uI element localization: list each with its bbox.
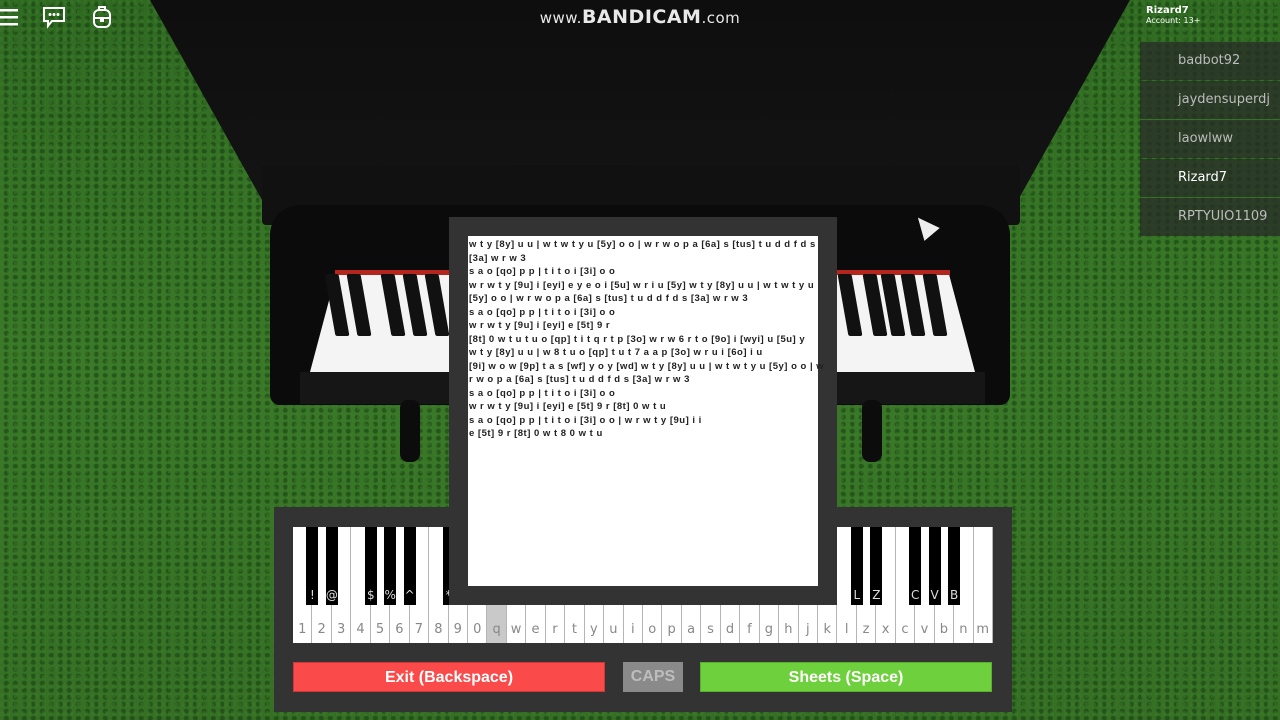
key-label: f: [747, 622, 752, 637]
key-label: x: [881, 622, 890, 637]
key-label: v: [920, 622, 929, 637]
watermark-brand: BANDICAM: [581, 6, 702, 28]
piano-leg-left: [400, 400, 420, 462]
player-list: badbot92 jaydensuperdj laowlww Rizard7 R…: [1140, 42, 1280, 237]
sheet-line: w r w t y [9u] i [eyi] e y e o i [5u] w …: [469, 279, 815, 291]
key-label: g: [764, 622, 773, 637]
player-entry[interactable]: RPTYUIO1109: [1140, 198, 1280, 236]
black-key[interactable]: @: [325, 527, 338, 605]
key-label: Z: [872, 588, 881, 602]
player-name: Rizard7: [1178, 170, 1228, 185]
key-label: %: [384, 588, 396, 602]
sheet-line: s a o [qo] p p | t i t o i [3i] o o: [469, 387, 616, 399]
sheet-line: [5y] o o | w r w o p a [6a] s [tus] t u …: [469, 293, 749, 304]
player-name: laowlww: [1178, 131, 1234, 146]
key-label: p: [667, 622, 676, 637]
bandicam-watermark: www.BANDICAM.com: [0, 0, 1280, 34]
key-label: 2: [317, 622, 326, 637]
key-label: $: [366, 588, 375, 602]
black-key[interactable]: C: [909, 527, 922, 605]
black-key[interactable]: ^: [403, 527, 416, 605]
key-label: j: [805, 622, 810, 637]
account-info: Rizard7 Account: 13+: [1146, 5, 1200, 25]
black-key[interactable]: %: [384, 527, 397, 605]
key-label: 5: [375, 622, 385, 637]
key-label: r: [552, 622, 558, 637]
key-label: B: [949, 588, 959, 602]
sheet-line: s a o [qo] p p | t i t o i [3i] o o: [469, 266, 616, 277]
key-label: e: [531, 622, 540, 637]
key-label: t: [571, 622, 577, 637]
key-label: d: [725, 622, 735, 637]
key-label: l: [844, 622, 849, 637]
sheet-line: [9i] w o w [9p] t a s [wf] y o y [wd] w …: [469, 360, 825, 372]
sheet-line: r w o p a [6a] s [tus] t u d d f d s [3a…: [469, 374, 690, 385]
sheet-line: w t y [8y] u u | w t w t y u [5y] o o | …: [469, 239, 816, 250]
key-label: u: [609, 622, 618, 637]
key-label: h: [784, 622, 793, 637]
exit-button[interactable]: Exit (Backspace): [293, 662, 605, 692]
piano-leg-right: [862, 400, 882, 462]
player-entry[interactable]: badbot92: [1140, 42, 1280, 80]
black-key[interactable]: $: [364, 527, 377, 605]
player-entry[interactable]: jaydensuperdj: [1140, 81, 1280, 119]
white-key-m[interactable]: m: [973, 527, 993, 643]
key-label: c: [901, 622, 909, 637]
key-label: z: [862, 622, 870, 637]
key-label: q: [492, 622, 501, 637]
sheet-line: w r w t y [9u] i [eyi] e [5t] 9 r: [469, 320, 611, 331]
sheet-line: w r w t y [9u] i [eyi] e [5t] 9 r [8t] 0…: [469, 401, 667, 412]
watermark-suffix: .com: [701, 9, 741, 27]
account-name: Rizard7: [1146, 5, 1189, 16]
sheet-line: s a o [qo] p p | t i t o i [3i] o o: [469, 306, 616, 318]
key-label: i: [630, 622, 635, 637]
key-label: 0: [473, 622, 482, 637]
key-label: 9: [453, 622, 462, 637]
key-label: b: [939, 622, 948, 637]
key-label: L: [853, 588, 861, 602]
key-label: y: [590, 622, 598, 637]
sheet-line: [8t] 0 w t u t u o [qp] t i t q r t p [3…: [469, 333, 806, 345]
key-label: s: [707, 622, 714, 637]
key-label: n: [959, 622, 968, 637]
key-label: 6: [395, 622, 404, 637]
key-label: m: [976, 622, 990, 637]
sheet-line: w t y [8y] u u | w 8 t u o [qp] t u t 7 …: [469, 347, 763, 358]
key-label: 8: [434, 622, 443, 637]
sheet-line: s a o [qo] p p | t i t o i [3i] o o | w …: [469, 414, 702, 426]
key-label: @: [325, 588, 338, 602]
key-label: k: [823, 622, 831, 637]
key-label: !: [310, 588, 315, 602]
key-label: 7: [414, 622, 424, 637]
caps-toggle[interactable]: CAPS: [623, 662, 683, 692]
player-entry-self[interactable]: Rizard7: [1140, 159, 1280, 197]
player-name: badbot92: [1178, 53, 1241, 68]
key-label: ^: [404, 588, 415, 602]
key-label: 1: [298, 622, 307, 637]
black-key[interactable]: !: [306, 527, 319, 605]
key-label: o: [648, 622, 657, 637]
player-name: jaydensuperdj: [1178, 92, 1271, 107]
watermark-prefix: www.: [539, 9, 582, 27]
key-label: 3: [336, 622, 346, 637]
account-age: Account: 13+: [1146, 16, 1201, 25]
key-label: 4: [356, 622, 365, 637]
player-entry[interactable]: laowlww: [1140, 120, 1280, 158]
black-key[interactable]: Z: [870, 527, 883, 605]
key-label: w: [510, 622, 522, 637]
black-key[interactable]: L: [850, 527, 863, 605]
black-key[interactable]: V: [928, 527, 941, 605]
sheet-music-panel: w t y [8y] u u | w t w t y u [5y] o o | …: [468, 236, 825, 586]
key-label: V: [930, 588, 939, 602]
black-key[interactable]: B: [948, 527, 961, 605]
sheet-line: [3a] w r w 3: [469, 252, 527, 264]
key-label: C: [911, 588, 920, 602]
sheet-line: e [5t] 9 r [8t] 0 w t 8 0 w t u: [469, 428, 603, 439]
player-name: RPTYUIO1109: [1178, 209, 1268, 224]
key-label: a: [687, 622, 696, 637]
sheets-button[interactable]: Sheets (Space): [700, 662, 992, 692]
